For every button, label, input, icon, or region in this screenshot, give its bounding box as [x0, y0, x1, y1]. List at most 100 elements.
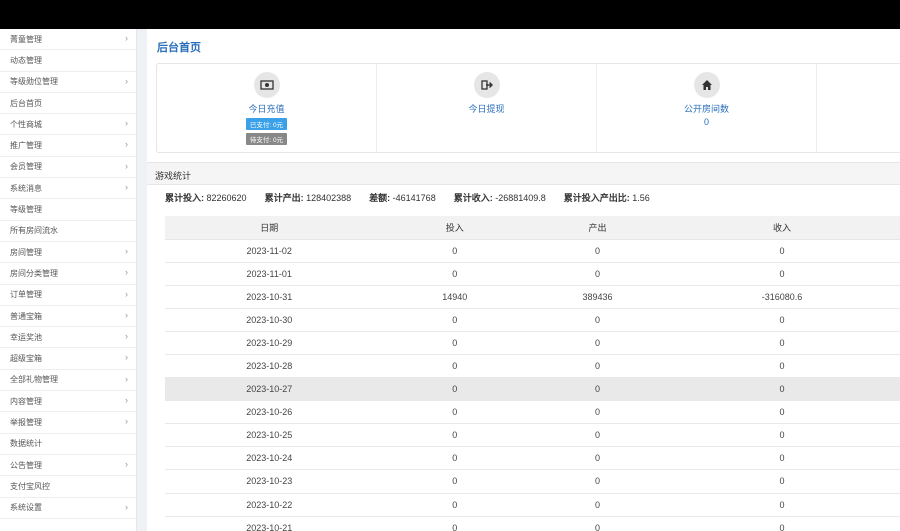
sidebar-item-label: 超级宝箱 — [10, 354, 42, 364]
table-cell: 0 — [373, 354, 537, 379]
table-row: 2023-10-25 0 0 0 — [165, 423, 900, 448]
chevron-right-icon: › — [125, 416, 128, 427]
sidebar-item[interactable]: 等级勋位管理 › — [0, 72, 136, 93]
sidebar-item[interactable]: 菁童管理 › — [0, 29, 136, 51]
sidebar-item-label: 等级勋位管理 — [10, 77, 58, 87]
table-row: 2023-10-30 0 0 0 — [165, 308, 900, 332]
col-revenue: 收入 — [659, 216, 900, 240]
sidebar-item[interactable]: 幸运奖池 › — [0, 327, 136, 349]
sidebar-item-label: 等级管理 — [10, 205, 42, 215]
summary-item: 累计收入: -26881409.8 — [454, 191, 546, 204]
sidebar-item[interactable]: 全部礼物管理 › — [0, 370, 136, 392]
sidebar-gutter — [137, 29, 147, 531]
table-cell: 2023-10-29 — [165, 331, 374, 355]
table-cell: 0 — [659, 400, 900, 425]
table-cell: 2023-10-25 — [165, 423, 374, 448]
table-cell: 0 — [659, 516, 900, 531]
chevron-right-icon: › — [125, 373, 128, 384]
sidebar-item-label: 个性商城 — [10, 119, 42, 129]
sidebar-item[interactable]: 后台首页 — [0, 93, 136, 115]
sidebar-item[interactable]: 数据统计 — [0, 434, 136, 455]
table-cell: 0 — [536, 308, 659, 332]
game-stats-panel: 游戏统计 累计投入: 82260620 累计产出: 128402388 差额: -4… — [147, 162, 900, 531]
summary-value: -46141768 — [392, 193, 436, 203]
chevron-right-icon: › — [125, 160, 128, 171]
sidebar-item[interactable]: 系统消息 › — [0, 178, 136, 200]
card-public-rooms[interactable]: 公开房间数 0 — [597, 64, 817, 152]
sidebar-item[interactable]: 系统设置 › — [0, 498, 136, 519]
table-cell: 2023-10-27 — [165, 377, 374, 402]
sidebar-item[interactable]: 普通宝箱 › — [0, 306, 136, 328]
table-cell: 0 — [373, 493, 537, 517]
table-cell: 389436 — [536, 285, 659, 309]
sidebar-item[interactable]: 推广管理 › — [0, 135, 136, 157]
table-cell: 2023-10-28 — [165, 354, 374, 379]
sidebar-item[interactable]: 订单管理 › — [0, 285, 136, 306]
table-cell: 0 — [373, 308, 537, 332]
sidebar-item[interactable]: 公告管理 › — [0, 455, 136, 477]
sidebar-item[interactable]: 房间管理 › — [0, 242, 136, 264]
sidebar-item-label: 公告管理 — [10, 460, 42, 470]
table-cell: 0 — [536, 516, 659, 531]
sidebar-item[interactable]: 会员管理 › — [0, 157, 136, 179]
sidebar-item-label: 房间管理 — [10, 247, 42, 257]
table-row: 2023-10-21 0 0 0 — [165, 516, 900, 531]
table-cell: 0 — [536, 331, 659, 355]
sidebar-item-label: 订单管理 — [10, 290, 42, 300]
table-cell: 0 — [373, 377, 537, 402]
sidebar-item-label: 全部礼物管理 — [10, 375, 58, 385]
sidebar-item-label: 推广管理 — [10, 141, 42, 151]
card-value: 0 — [703, 117, 709, 127]
table-cell: 2023-10-26 — [165, 400, 374, 425]
table-cell: 0 — [659, 308, 900, 332]
sidebar-item[interactable]: 所有房间流水 — [0, 221, 136, 242]
chevron-right-icon: › — [125, 33, 128, 43]
sidebar-item[interactable]: 举报管理 › — [0, 412, 136, 434]
sidebar-item-label: 普通宝箱 — [10, 311, 42, 321]
sidebar-item-label: 后台首页 — [10, 98, 42, 108]
table-cell: 0 — [373, 262, 537, 286]
table-row: 2023-11-02 0 0 0 — [165, 239, 900, 263]
sidebar-item[interactable]: 超级宝箱 › — [0, 348, 136, 370]
paid-tag: 已支付: 0元 — [245, 118, 288, 130]
summary-cards: 今日充值 已支付: 0元 待支付: 0元 今日提现 公开房间数 0 — [156, 63, 900, 153]
sidebar-item-label: 系统设置 — [10, 503, 42, 513]
table-cell: 0 — [373, 516, 537, 531]
sidebar-item[interactable]: 等级管理 — [0, 199, 136, 221]
sidebar-item[interactable]: 个性商城 › — [0, 114, 136, 136]
table-cell: 14940 — [373, 285, 537, 309]
summary-label: 累计投入产出比: — [563, 193, 630, 203]
table-row: 2023-10-28 0 0 0 — [165, 354, 900, 379]
table-cell: 2023-11-02 — [165, 239, 374, 263]
card-label: 今日提现 — [468, 104, 505, 114]
chevron-right-icon: › — [125, 139, 128, 150]
table-cell: 0 — [373, 423, 537, 448]
chevron-right-icon: › — [125, 288, 128, 299]
table-cell: 0 — [659, 423, 900, 448]
summary-label: 累计产出: — [264, 193, 304, 203]
table-row: 2023-10-26 0 0 0 — [165, 400, 900, 425]
table-row: 2023-10-27 0 0 0 — [165, 377, 900, 402]
table-cell: 0 — [536, 423, 659, 448]
table-cell: 0 — [659, 446, 900, 471]
table-cell: 0 — [373, 400, 537, 425]
table-row: 2023-10-29 0 0 0 — [165, 331, 900, 355]
card-withdraw[interactable]: 今日提现 — [377, 64, 597, 152]
sidebar-item[interactable]: 房间分类管理 › — [0, 263, 136, 285]
sidebar-item-label: 所有房间流水 — [10, 226, 58, 236]
table-row: 2023-10-22 0 0 0 — [165, 493, 900, 517]
table-cell: 0 — [373, 446, 537, 471]
card-recharge[interactable]: 今日充值 已支付: 0元 待支付: 0元 — [157, 64, 377, 152]
summary-item: 差额: -46141768 — [369, 191, 436, 204]
sidebar-item[interactable]: 动态管理 — [0, 50, 136, 72]
table-cell: 2023-10-24 — [165, 446, 374, 471]
table-cell: 0 — [659, 354, 900, 379]
chevron-right-icon: › — [125, 267, 128, 278]
sidebar-item[interactable]: 支付宝风控 — [0, 476, 136, 498]
sidebar-item-label: 幸运奖池 — [10, 332, 42, 342]
page-title: 后台首页 — [157, 42, 201, 54]
chevron-right-icon: › — [125, 352, 128, 363]
stats-summary: 累计投入: 82260620 累计产出: 128402388 差额: -461417… — [147, 185, 900, 210]
sidebar: 菁童管理 › 动态管理 等级勋位管理 › 后台首页 个性商城 › 推广管理 › 会员管理 › 系统消息 ›… — [0, 29, 137, 531]
sidebar-item[interactable]: 内容管理 › — [0, 391, 136, 413]
